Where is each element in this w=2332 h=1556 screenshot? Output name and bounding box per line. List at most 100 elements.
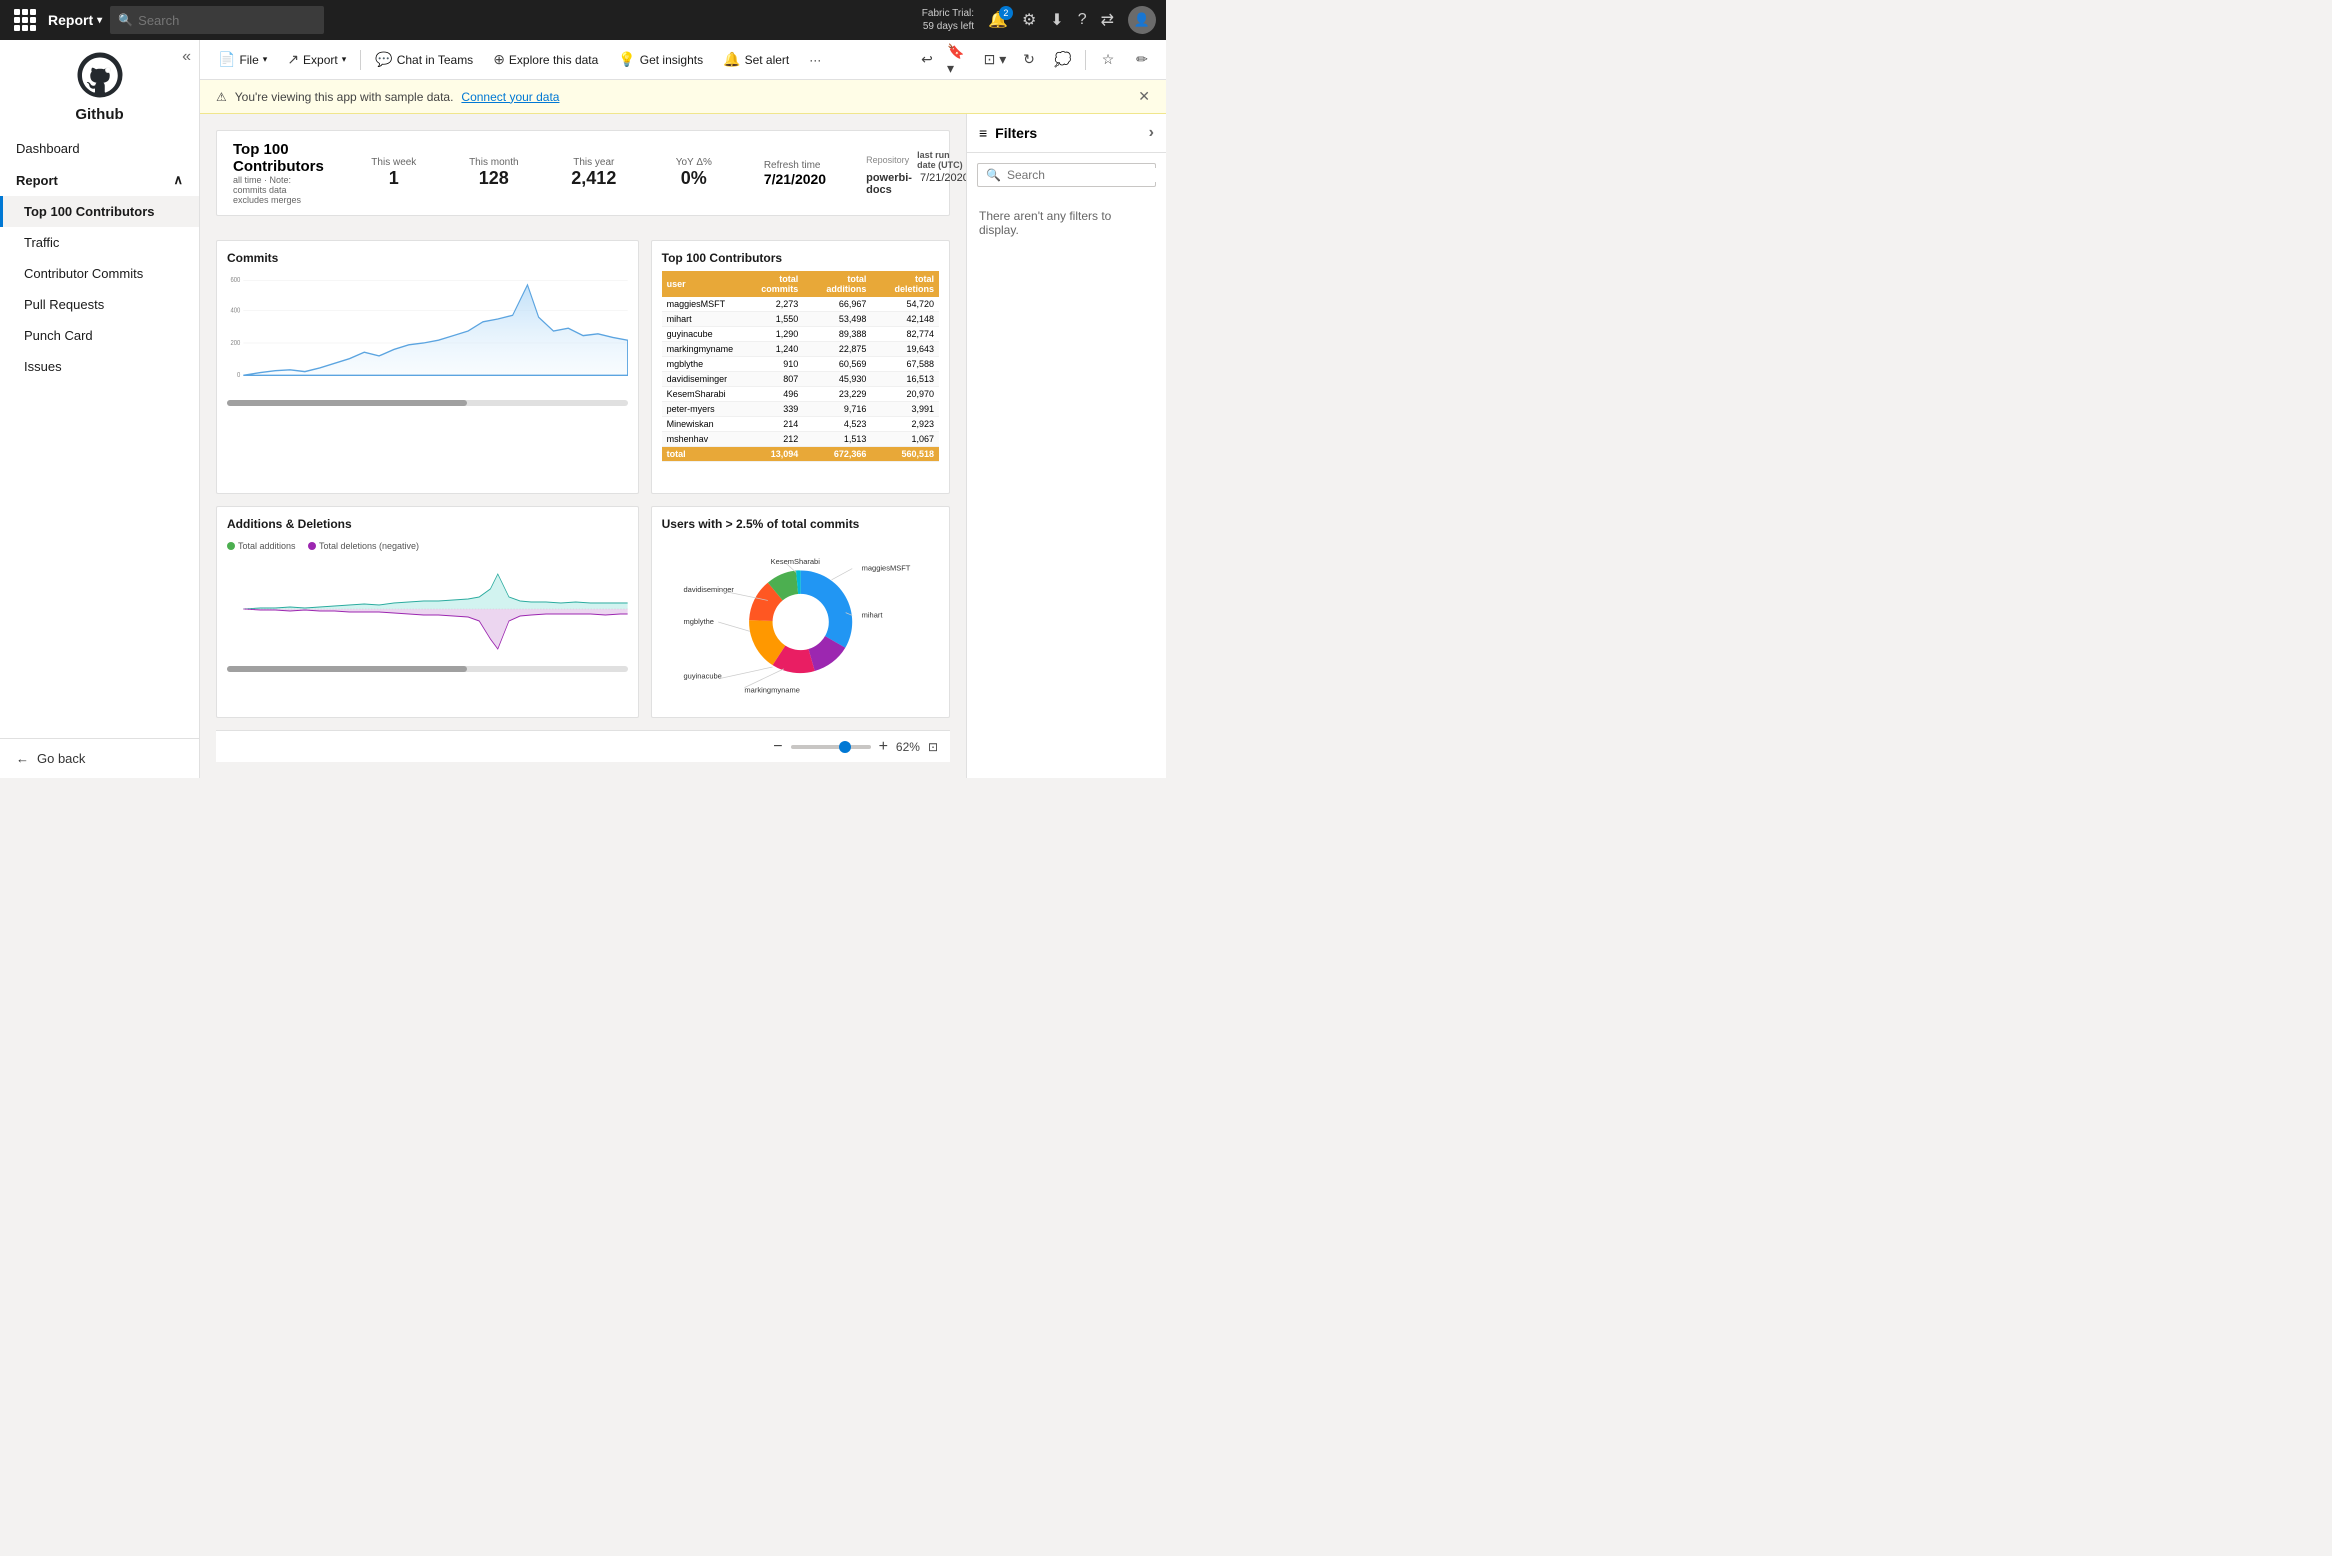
sidebar-item-dashboard[interactable]: Dashboard — [0, 133, 199, 164]
file-icon: 📄 — [218, 51, 235, 68]
alert-close-button[interactable]: ✕ — [1138, 88, 1150, 105]
svg-text:maggiesMSFT: maggiesMSFT — [861, 564, 910, 573]
filters-search-wrap: 🔍 — [977, 163, 1156, 187]
svg-text:mihart: mihart — [861, 610, 883, 619]
file-button[interactable]: 📄 File ▾ — [210, 47, 275, 72]
filters-search-input[interactable] — [1007, 168, 1162, 182]
filters-expand-btn[interactable]: › — [1149, 124, 1154, 142]
undo-button[interactable]: ↩ — [913, 46, 941, 74]
connect-data-link[interactable]: Connect your data — [461, 90, 559, 104]
search-input[interactable] — [110, 6, 324, 34]
warning-icon: ⚠ — [216, 90, 227, 104]
zoom-level: 62% — [896, 740, 920, 754]
avatar[interactable]: 👤 — [1128, 6, 1156, 34]
filters-header: ≡ Filters › — [967, 114, 1166, 153]
table-row: KesemSharabi 496 23,229 20,970 — [662, 387, 939, 402]
share-icon[interactable]: ⇄ — [1101, 10, 1114, 30]
chevron-down-icon: ▾ — [97, 15, 102, 26]
report-with-filters: Top 100 Contributors all time · Note: co… — [200, 114, 1166, 778]
explore-icon: ⊕ — [493, 51, 505, 68]
bottom-bar: − + 62% ⊡ — [216, 730, 950, 762]
file-chevron-icon: ▾ — [263, 54, 268, 65]
toolbar-divider-1 — [360, 50, 361, 70]
chat-teams-button[interactable]: 💬 Chat in Teams — [367, 47, 481, 72]
refresh-button[interactable]: ↻ — [1015, 46, 1043, 74]
github-logo — [75, 50, 125, 100]
filter-icon: ≡ — [979, 125, 987, 141]
notification-badge: 2 — [999, 6, 1013, 20]
charts-row-1: Commits 600 400 200 0 — [216, 240, 950, 494]
set-alert-button[interactable]: 🔔 Set alert — [715, 47, 797, 72]
download-icon[interactable]: ⬇ — [1050, 10, 1063, 30]
legend-additions: Total additions — [227, 541, 296, 551]
alert-icon: 🔔 — [723, 51, 740, 68]
zoom-plus-btn[interactable]: + — [879, 738, 888, 756]
stats-this-week: This week 1 — [364, 157, 424, 189]
help-icon[interactable]: ? — [1078, 11, 1087, 29]
explore-data-button[interactable]: ⊕ Explore this data — [485, 47, 606, 72]
bookmark-button[interactable]: 🔖 ▾ — [947, 46, 975, 74]
settings-icon[interactable]: ⚙ — [1022, 10, 1036, 30]
contributors-table-title: Top 100 Contributors — [662, 251, 939, 265]
svg-text:0: 0 — [237, 372, 241, 380]
commits-chart-card: Commits 600 400 200 0 — [216, 240, 639, 494]
stats-this-month: This month 128 — [464, 157, 524, 189]
topbar: Report ▾ 🔍 Fabric Trial: 59 days left 🔔 … — [0, 0, 1166, 40]
sidebar-item-contributor-commits[interactable]: Contributor Commits — [0, 258, 199, 289]
additions-chart-card: Additions & Deletions Total additions To… — [216, 506, 639, 718]
contributors-table-card: Top 100 Contributors user total commits … — [651, 240, 950, 494]
report-title: Top 100 Contributors — [233, 141, 324, 175]
col-additions: total additions — [803, 271, 871, 297]
table-row: mihart 1,550 53,498 42,148 — [662, 312, 939, 327]
sidebar-item-traffic[interactable]: Traffic — [0, 227, 199, 258]
waffle-icon[interactable] — [10, 5, 40, 35]
sidebar-item-issues[interactable]: Issues — [0, 351, 199, 382]
toolbar: 📄 File ▾ ↗ Export ▾ 💬 Chat in Teams ⊕ Ex… — [200, 40, 1166, 80]
contributors-table: user total commits total additions total… — [662, 271, 939, 462]
back-arrow-icon: ← — [16, 751, 29, 766]
sidebar-app-name: Github — [75, 106, 123, 123]
stats-title-group: Top 100 Contributors all time · Note: co… — [233, 141, 324, 205]
commits-chart-area: 600 400 200 0 — [227, 271, 628, 406]
donut-chart-area: maggiesMSFT mihart guyinacube markingmyn… — [662, 537, 939, 707]
svg-text:600: 600 — [230, 277, 240, 285]
zoom-minus-btn[interactable]: − — [773, 738, 782, 756]
export-chevron-icon: ▾ — [342, 54, 347, 65]
commits-chart-title: Commits — [227, 251, 628, 265]
fit-icon[interactable]: ⊡ — [928, 740, 938, 754]
svg-text:guyinacube: guyinacube — [683, 671, 721, 680]
charts-row-2: Additions & Deletions Total additions To… — [216, 506, 950, 718]
sidebar-item-top100[interactable]: Top 100 Contributors — [0, 196, 199, 227]
sidebar-item-pull-requests[interactable]: Pull Requests — [0, 289, 199, 320]
export-button[interactable]: ↗ Export ▾ — [279, 47, 354, 72]
col-user: user — [662, 271, 739, 297]
insights-icon: 💡 — [618, 51, 635, 68]
get-insights-button[interactable]: 💡 Get insights — [610, 47, 711, 72]
svg-text:200: 200 — [230, 339, 240, 347]
edit-button[interactable]: ✏ — [1128, 46, 1156, 74]
filters-empty-text: There aren't any filters to display. — [967, 197, 1166, 249]
svg-text:KesemSharabi: KesemSharabi — [770, 557, 820, 566]
sidebar-collapse-btn[interactable]: « — [182, 48, 191, 66]
go-back-button[interactable]: ← Go back — [0, 738, 199, 778]
sidebar-nav: Dashboard Report ∧ Top 100 Contributors … — [0, 123, 199, 738]
view-button[interactable]: ⊡ ▾ — [981, 46, 1009, 74]
app-title[interactable]: Report ▾ — [48, 12, 102, 28]
favorite-button[interactable]: ☆ — [1094, 46, 1122, 74]
additions-chart-area — [227, 559, 628, 672]
search-wrap: 🔍 — [110, 6, 610, 34]
sidebar-section-report[interactable]: Report ∧ — [0, 164, 199, 196]
comment-button[interactable]: 💭 — [1049, 46, 1077, 74]
sidebar-header: Github « — [0, 40, 199, 123]
additions-svg — [227, 559, 628, 659]
content-area: 📄 File ▾ ↗ Export ▾ 💬 Chat in Teams ⊕ Ex… — [200, 40, 1166, 778]
report-canvas: Top 100 Contributors all time · Note: co… — [200, 114, 966, 778]
table-row: mgblythe 910 60,569 67,588 — [662, 357, 939, 372]
commits-svg: 600 400 200 0 — [227, 271, 628, 391]
donut-chart-title: Users with > 2.5% of total commits — [662, 517, 939, 531]
notification-icon[interactable]: 🔔 2 — [988, 10, 1008, 30]
sidebar-item-punch-card[interactable]: Punch Card — [0, 320, 199, 351]
zoom-slider[interactable] — [791, 745, 871, 749]
more-button[interactable]: ··· — [801, 49, 829, 71]
chevron-up-icon: ∧ — [173, 172, 183, 188]
